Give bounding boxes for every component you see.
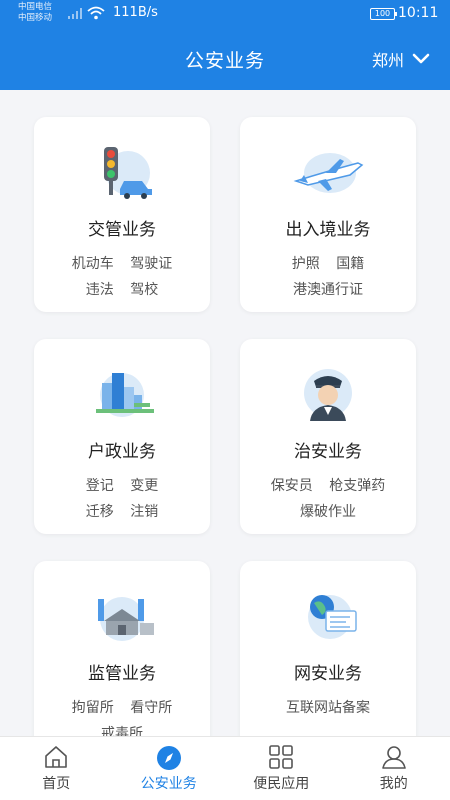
carrier-name-1: 中国电信 — [18, 2, 53, 12]
airplane-icon — [293, 153, 364, 193]
card-subtitle: 港澳通行证 — [293, 282, 363, 298]
tab-mine[interactable]: 我的 — [338, 737, 450, 800]
traffic-light-icon — [104, 147, 152, 199]
globe-computer-icon — [308, 595, 357, 639]
bottom-tab-bar: 首页 公安业务 便民应用 我的 — [0, 736, 450, 800]
card-subtitle: 戒毒所 — [101, 726, 143, 736]
card-subtitle: 机动车 驾驶证 — [71, 256, 173, 272]
clock: 10:11 — [398, 5, 439, 21]
city-buildings-icon — [96, 373, 154, 417]
tab-convenience-apps[interactable]: 便民应用 — [225, 737, 338, 800]
app-header: 中国电信 中国移动 111B/s 100 10:11 公安业务 郑州 — [0, 0, 450, 90]
card-title: 户政业务 — [88, 442, 156, 462]
tab-home[interactable]: 首页 — [0, 737, 113, 800]
card-subtitle: 迁移 注销 — [85, 504, 159, 520]
card-public-security-service[interactable]: 治安业务 保安员 枪支弹药 爆破作业 — [240, 339, 416, 534]
card-subtitle: 登记 变更 — [85, 478, 159, 494]
status-bar: 中国电信 中国移动 111B/s 100 10:11 — [0, 0, 450, 28]
tab-label: 便民应用 — [253, 776, 310, 792]
card-subtitle: 爆破作业 — [300, 504, 356, 520]
compass-icon — [156, 746, 181, 770]
city-label: 郑州 — [371, 51, 404, 70]
card-subtitle: 护照 国籍 — [291, 256, 365, 272]
signal-icon — [68, 8, 82, 19]
home-icon — [45, 746, 68, 768]
tab-label: 公安业务 — [140, 776, 197, 792]
card-subtitle: 拘留所 看守所 — [71, 700, 173, 716]
card-title: 出入境业务 — [285, 220, 371, 240]
carrier-info: 中国电信 中国移动 — [18, 2, 52, 24]
card-title: 监管业务 — [88, 664, 156, 684]
detention-facility-icon — [98, 597, 154, 641]
tab-label: 首页 — [42, 776, 71, 792]
wifi-icon — [87, 6, 105, 20]
card-household-service[interactable]: 户政业务 登记 变更 迁移 注销 — [34, 339, 210, 534]
profile-icon — [381, 746, 406, 769]
carrier-name-2: 中国移动 — [18, 13, 53, 23]
chevron-down-icon — [412, 53, 430, 64]
card-cyber-security-service[interactable]: 网安业务 互联网站备案 — [240, 561, 416, 736]
card-subtitle: 互联网站备案 — [286, 700, 370, 716]
card-subtitle: 保安员 枪支弹药 — [270, 478, 386, 494]
card-title: 治安业务 — [294, 442, 362, 462]
card-title: 网安业务 — [294, 664, 362, 684]
network-speed: 111B/s — [113, 5, 158, 20]
service-grid: 交管业务 机动车 驾驶证 违法 驾校 出入境业务 护照 国籍 港澳通行证 户政业… — [0, 90, 450, 736]
apps-grid-icon — [269, 745, 294, 769]
battery-icon: 100 — [370, 8, 397, 20]
card-exit-entry-service[interactable]: 出入境业务 护照 国籍 港澳通行证 — [240, 117, 416, 312]
police-officer-icon — [304, 369, 352, 421]
card-subtitle: 违法 驾校 — [85, 282, 159, 298]
card-title: 交管业务 — [88, 220, 156, 240]
tab-label: 我的 — [379, 776, 408, 792]
tab-public-security[interactable]: 公安业务 — [113, 737, 226, 800]
card-supervision-service[interactable]: 监管业务 拘留所 看守所 戒毒所 — [34, 561, 210, 736]
card-traffic-service[interactable]: 交管业务 机动车 驾驶证 违法 驾校 — [34, 117, 210, 312]
city-selector[interactable]: 郑州 — [372, 46, 430, 72]
